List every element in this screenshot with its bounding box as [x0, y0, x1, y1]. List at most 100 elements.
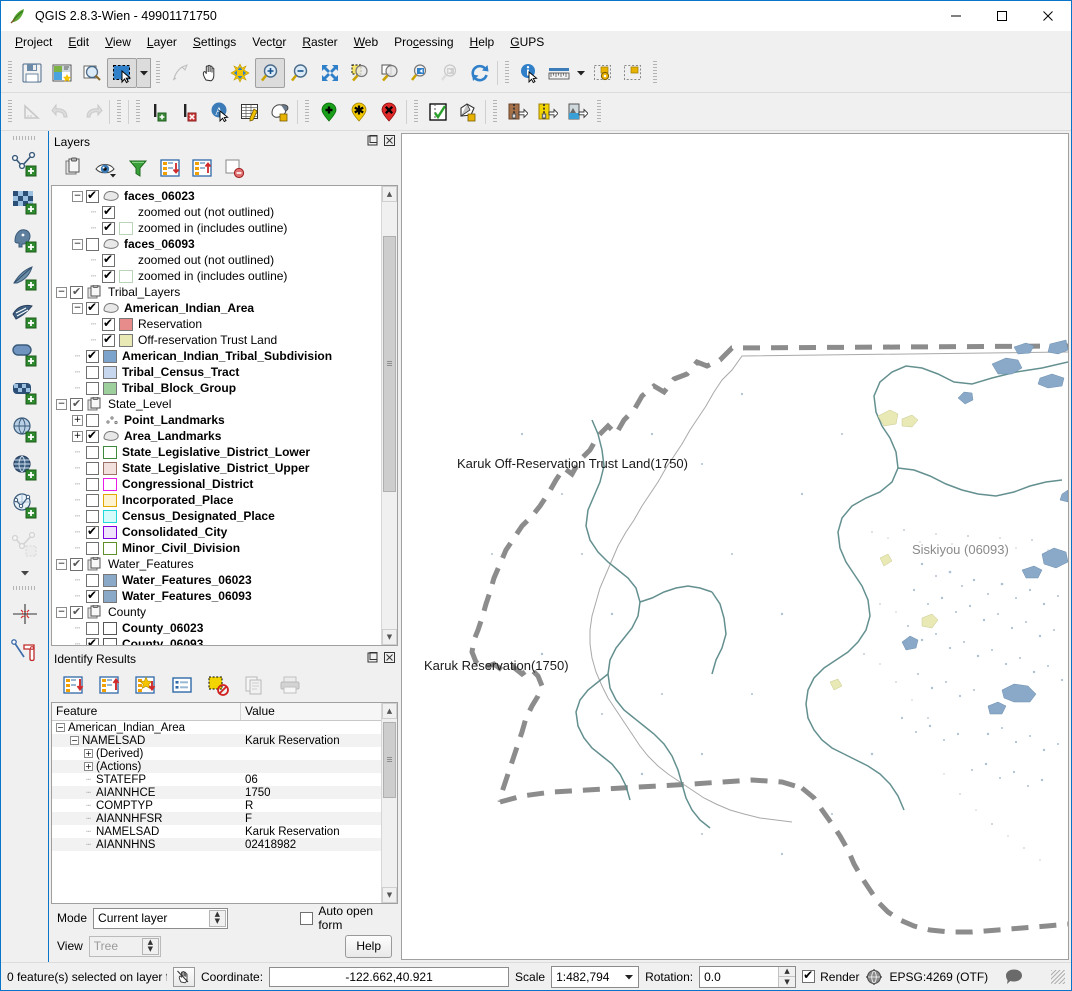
- scale-select[interactable]: 1:482,794: [551, 966, 639, 988]
- expand-tree-button[interactable]: [59, 671, 89, 699]
- help-button[interactable]: Help: [345, 935, 392, 958]
- identify-result-row[interactable]: ┄STATEFP06: [52, 773, 381, 786]
- new-vector-dropdown[interactable]: [18, 563, 32, 583]
- scroll-thumb[interactable]: [383, 236, 396, 492]
- crs-label[interactable]: EPSG:4269 (OTF): [889, 970, 988, 984]
- menu-layer[interactable]: Layer: [139, 32, 185, 52]
- identify-panel-close-button[interactable]: [383, 651, 396, 664]
- menu-processing[interactable]: Processing: [386, 32, 461, 52]
- layers-panel-close-button[interactable]: [383, 134, 396, 147]
- scroll-thumb[interactable]: [383, 722, 396, 798]
- zoom-full-extent-button[interactable]: [315, 58, 345, 88]
- layer-visibility-checkbox[interactable]: [86, 190, 99, 203]
- map-canvas[interactable]: Karuk Off-Reservation Trust Land(1750) S…: [401, 133, 1069, 960]
- identify-result-row[interactable]: ┄NAMELSADKaruk Reservation: [52, 825, 381, 838]
- layer-tree-item[interactable]: −faces_06023: [52, 188, 381, 204]
- identify-result-row[interactable]: ┄AIANNHCE1750: [52, 786, 381, 799]
- add-delimited-text-layer-button[interactable]: [6, 373, 44, 411]
- layer-visibility-checkbox[interactable]: [86, 430, 99, 443]
- layer-visibility-checkbox[interactable]: [86, 638, 99, 646]
- layer-visibility-checkbox[interactable]: [86, 574, 99, 587]
- layer-visibility-checkbox[interactable]: [102, 318, 115, 331]
- menu-project[interactable]: Project: [7, 32, 60, 52]
- expand-all-button[interactable]: [155, 154, 185, 182]
- scroll-up-arrow[interactable]: ▲: [382, 186, 397, 202]
- layer-visibility-checkbox[interactable]: [102, 254, 115, 267]
- add-group-button[interactable]: [59, 154, 89, 182]
- pan-map-button[interactable]: [195, 58, 225, 88]
- delete-point-red-button[interactable]: [374, 97, 404, 127]
- zoom-to-layer-button[interactable]: [375, 58, 405, 88]
- new-print-composer-button[interactable]: [47, 58, 77, 88]
- toolbar-grip[interactable]: [134, 100, 142, 124]
- layer-tree-scrollbar[interactable]: ▲ ▼: [381, 186, 397, 645]
- identify-results-table[interactable]: Feature Value −American_Indian_Area−NAME…: [52, 703, 381, 903]
- add-point-green-button[interactable]: [314, 97, 344, 127]
- new-vector-layer-button[interactable]: [6, 525, 44, 563]
- zoom-to-selection-button[interactable]: [345, 58, 375, 88]
- layer-tree-item[interactable]: ┄State_Legislative_District_Lower: [52, 444, 381, 460]
- menu-help[interactable]: Help: [462, 32, 503, 52]
- menu-settings[interactable]: Settings: [185, 32, 244, 52]
- view-spin-arrows[interactable]: ▲▼: [142, 938, 159, 955]
- projection-globe-icon[interactable]: [865, 968, 883, 986]
- export-brown-button[interactable]: [502, 97, 532, 127]
- toolbar-grip[interactable]: [115, 100, 123, 124]
- toolbar-grip[interactable]: [491, 100, 499, 124]
- toolbar-grip[interactable]: [13, 585, 37, 592]
- layer-visibility-checkbox[interactable]: [86, 590, 99, 603]
- rotation-arrows[interactable]: ▲▼: [778, 967, 795, 987]
- tree-collapse-toggle[interactable]: −: [56, 607, 67, 618]
- tree-collapse-toggle[interactable]: −: [56, 399, 67, 410]
- row-collapse-toggle[interactable]: −: [70, 736, 79, 745]
- layer-tree-item[interactable]: ┄Tribal_Block_Group: [52, 380, 381, 396]
- layer-tree-item[interactable]: +Point_Landmarks: [52, 412, 381, 428]
- add-wcs-layer-button[interactable]: [6, 449, 44, 487]
- add-wms-layer-button[interactable]: [6, 411, 44, 449]
- zoom-next-button[interactable]: [435, 58, 465, 88]
- delete-selected-button[interactable]: [175, 97, 205, 127]
- minimize-button[interactable]: [933, 1, 979, 31]
- identify-panel-float-button[interactable]: [366, 651, 379, 664]
- render-checkbox[interactable]: [802, 970, 815, 983]
- collapse-all-button[interactable]: [187, 154, 217, 182]
- new-shapefile-button[interactable]: [265, 97, 295, 127]
- georeferencer-button[interactable]: [6, 595, 44, 633]
- new-bookmark-button[interactable]: [618, 58, 648, 88]
- composer-manager-button[interactable]: [77, 58, 107, 88]
- scroll-up-arrow[interactable]: ▲: [382, 703, 397, 719]
- add-feature-button[interactable]: [145, 97, 175, 127]
- layers-panel-float-button[interactable]: [366, 134, 379, 147]
- expand-new-results-button[interactable]: [131, 671, 161, 699]
- export-image-button[interactable]: [562, 97, 592, 127]
- tree-expand-toggle[interactable]: +: [72, 415, 83, 426]
- layer-visibility-checkbox[interactable]: [86, 478, 99, 491]
- identify-result-row[interactable]: ┄AIANNHNS02418982: [52, 838, 381, 851]
- toolbar-grip[interactable]: [303, 100, 311, 124]
- rotation-spinbox[interactable]: 0.0 ▲▼: [699, 966, 796, 988]
- measure-ruler-button[interactable]: [544, 58, 574, 88]
- menu-raster[interactable]: Raster: [294, 32, 345, 52]
- add-raster-layer-button[interactable]: [6, 183, 44, 221]
- identify-features-button[interactable]: [514, 58, 544, 88]
- mode-spin-arrows[interactable]: ▲▼: [209, 910, 226, 927]
- layer-tree-item[interactable]: ┄Consolidated_City: [52, 524, 381, 540]
- layer-tree-item[interactable]: −Water_Features: [52, 556, 381, 572]
- add-postgis-layer-button[interactable]: [6, 221, 44, 259]
- layer-tree-item[interactable]: ┄Minor_Civil_Division: [52, 540, 381, 556]
- scroll-down-arrow[interactable]: ▼: [382, 887, 397, 903]
- toolbar-grip[interactable]: [6, 100, 14, 124]
- layer-visibility-checkbox[interactable]: [86, 622, 99, 635]
- layer-visibility-checkbox[interactable]: [70, 558, 83, 571]
- row-collapse-toggle[interactable]: −: [56, 723, 65, 732]
- undo-button[interactable]: [47, 97, 77, 127]
- collapse-tree-button[interactable]: [95, 671, 125, 699]
- enable-snapping-button[interactable]: [17, 97, 47, 127]
- add-spatialite-layer-button[interactable]: [6, 259, 44, 297]
- open-attribute-table-button[interactable]: [235, 97, 265, 127]
- close-button[interactable]: [1025, 1, 1071, 31]
- layer-visibility-checkbox[interactable]: [86, 446, 99, 459]
- zoom-previous-button[interactable]: [405, 58, 435, 88]
- layer-visibility-checkbox[interactable]: [86, 414, 99, 427]
- copy-button[interactable]: [239, 671, 269, 699]
